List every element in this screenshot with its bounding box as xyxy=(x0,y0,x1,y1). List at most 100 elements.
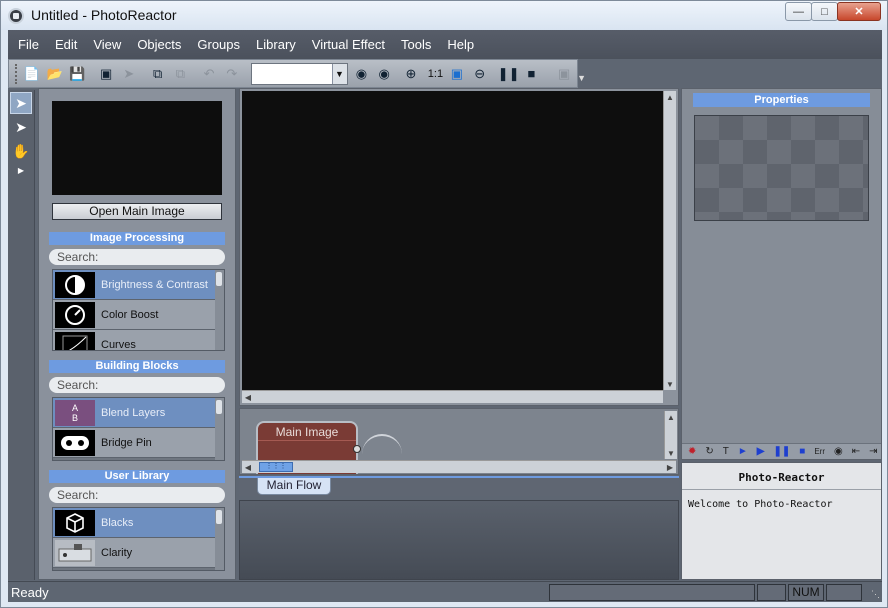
redo-icon[interactable]: ↷ xyxy=(222,64,242,84)
stop-icon[interactable]: ■ xyxy=(799,446,805,457)
hand-pan-icon[interactable]: ✋ xyxy=(10,140,32,162)
scroll-left-icon[interactable]: ◀ xyxy=(242,461,254,473)
user-library-search-input[interactable]: Search: xyxy=(49,487,225,503)
flow-connection[interactable] xyxy=(362,434,402,454)
list-item-clarity[interactable]: Clarity xyxy=(53,538,224,568)
list-item-bridge-pin[interactable]: Bridge Pin xyxy=(53,428,224,458)
binoculars-icon[interactable]: ◉ xyxy=(834,446,843,457)
properties-header: Properties xyxy=(693,93,870,107)
step-icon[interactable]: ► xyxy=(738,446,748,457)
list-item-label: Color Boost xyxy=(101,308,159,321)
menu-edit[interactable]: Edit xyxy=(55,37,77,52)
toolbar-dropdown[interactable]: ▼ xyxy=(250,62,348,85)
scroll-up-icon[interactable]: ▲ xyxy=(665,411,677,423)
link-arrow-icon[interactable]: ➤ xyxy=(10,116,32,138)
image-canvas[interactable] xyxy=(242,91,663,390)
list-item-color-boost[interactable]: Color Boost xyxy=(53,300,224,330)
open-folder-icon[interactable]: 📂 xyxy=(45,64,65,84)
menu-tools[interactable]: Tools xyxy=(401,37,431,52)
fit-view-icon[interactable]: ▣ xyxy=(447,64,467,84)
info-divider xyxy=(682,489,881,490)
input-icon[interactable]: ⇤ xyxy=(852,446,860,457)
scroll-right-icon[interactable]: ▶ xyxy=(664,461,676,473)
scrollbar-thumb[interactable]: ⋮⋮⋮ xyxy=(259,462,293,472)
list-scrollbar[interactable] xyxy=(215,270,224,350)
list-item-blacks[interactable]: Blacks xyxy=(53,508,224,538)
building-blocks-header[interactable]: Building Blocks xyxy=(49,360,225,373)
debug-icon[interactable]: ✹ xyxy=(688,446,696,457)
select-arrow-icon[interactable]: ➤ xyxy=(10,92,32,114)
status-text: Ready xyxy=(11,585,49,600)
find-replace-icon[interactable]: ◉ xyxy=(374,64,394,84)
undo-icon[interactable]: ↶ xyxy=(199,64,219,84)
list-item-curves[interactable]: Curves xyxy=(53,330,224,350)
user-library-header[interactable]: User Library xyxy=(49,470,225,483)
pause-icon[interactable]: ❚❚ xyxy=(498,64,520,84)
resize-grip-icon[interactable]: ⋱ xyxy=(871,589,880,600)
copy-icon[interactable]: ⧉ xyxy=(148,64,168,84)
save-icon[interactable]: 💾 xyxy=(67,64,87,84)
image-processing-search-input[interactable]: Search: xyxy=(49,249,225,265)
list-item-label: Bridge Pin xyxy=(101,436,152,449)
export-icon[interactable]: ➤ xyxy=(119,64,139,84)
text-tool-icon[interactable]: T xyxy=(723,446,729,457)
building-blocks-search-input[interactable]: Search: xyxy=(49,377,225,393)
flow-horizontal-scrollbar[interactable]: ◀ ⋮⋮⋮ ▶ xyxy=(242,460,676,473)
properties-preview xyxy=(694,115,869,221)
snapshot-icon[interactable]: ▣ xyxy=(554,64,574,84)
zoom-actual-button[interactable]: 1:1 xyxy=(428,68,443,80)
chevron-down-icon[interactable]: ▼ xyxy=(331,63,347,84)
flow-vertical-scrollbar[interactable]: ▲ ▼ xyxy=(664,411,677,459)
menu-objects[interactable]: Objects xyxy=(137,37,181,52)
zoom-out-icon[interactable]: ⊖ xyxy=(470,64,490,84)
user-library-list: Blacks Clarity xyxy=(52,507,225,571)
blend-ab-icon: AB xyxy=(55,399,95,426)
scroll-down-icon[interactable]: ▼ xyxy=(665,447,677,459)
scroll-down-icon[interactable]: ▼ xyxy=(664,378,676,390)
menu-view[interactable]: View xyxy=(93,37,121,52)
toolbar-overflow-icon[interactable]: ▼ xyxy=(577,73,586,83)
menu-file[interactable]: File xyxy=(18,37,39,52)
expand-arrow-icon[interactable]: ▶ xyxy=(10,164,32,176)
tab-main-flow[interactable]: Main Flow xyxy=(257,478,331,495)
image-processing-header[interactable]: Image Processing xyxy=(49,232,225,245)
main-toolbar: 📄 📂 💾 ▣ ➤ ⧉ ⧉ ↶ ↷ ▼ ◉ ◉ ⊕ 1:1 ▣ ⊖ ❚❚ ■ ▣… xyxy=(8,59,586,88)
new-file-icon[interactable]: 📄 xyxy=(22,64,42,84)
paste-icon[interactable]: ⧉ xyxy=(170,64,190,84)
preview-canvas-area: ▲ ▼ ◀ xyxy=(239,88,679,406)
window-title: Untitled - PhotoReactor xyxy=(31,7,177,23)
gauge-icon xyxy=(55,301,95,328)
output-icon[interactable]: ⇥ xyxy=(869,446,877,457)
canvas-horizontal-scrollbar[interactable]: ◀ xyxy=(242,390,663,403)
title-bar: Untitled - PhotoReactor — □ ✕ xyxy=(1,1,887,30)
play-icon[interactable]: ▶ xyxy=(757,446,765,457)
status-pane-main xyxy=(549,584,755,601)
zoom-in-icon[interactable]: ⊕ xyxy=(401,64,421,84)
scroll-up-icon[interactable]: ▲ xyxy=(664,91,676,103)
menu-groups[interactable]: Groups xyxy=(197,37,240,52)
list-item-brightness-contrast[interactable]: Brightness & Contrast xyxy=(53,270,224,300)
list-item-blend-layers[interactable]: AB Blend Layers xyxy=(53,398,224,428)
menu-virtual-effect[interactable]: Virtual Effect xyxy=(312,37,385,52)
app-icon xyxy=(8,8,24,24)
close-button[interactable]: ✕ xyxy=(837,2,881,21)
toolbar-grip-icon[interactable] xyxy=(15,63,18,84)
menu-help[interactable]: Help xyxy=(447,37,474,52)
status-bar: Ready NUM ⋱ xyxy=(8,581,882,602)
list-scrollbar[interactable] xyxy=(215,398,224,460)
canvas-vertical-scrollbar[interactable]: ▲ ▼ xyxy=(663,91,676,390)
flow-editor[interactable]: Main Image ▲ ▼ ◀ ⋮⋮⋮ ▶ xyxy=(239,408,679,475)
save-as-icon[interactable]: ▣ xyxy=(96,64,116,84)
binoculars-icon[interactable]: ◉ xyxy=(352,64,372,84)
maximize-button[interactable]: □ xyxy=(811,2,838,21)
minimize-button[interactable]: — xyxy=(785,2,812,21)
refresh-icon[interactable]: ↻ xyxy=(705,446,713,457)
pause-icon[interactable]: ❚❚ xyxy=(774,446,791,457)
open-main-image-button[interactable]: Open Main Image xyxy=(52,203,222,220)
output-pin-icon[interactable] xyxy=(353,445,361,453)
list-scrollbar[interactable] xyxy=(215,508,224,570)
stop-icon[interactable]: ■ xyxy=(522,64,542,84)
error-button[interactable]: Err xyxy=(814,447,825,456)
menu-library[interactable]: Library xyxy=(256,37,296,52)
scroll-left-icon[interactable]: ◀ xyxy=(242,391,254,403)
